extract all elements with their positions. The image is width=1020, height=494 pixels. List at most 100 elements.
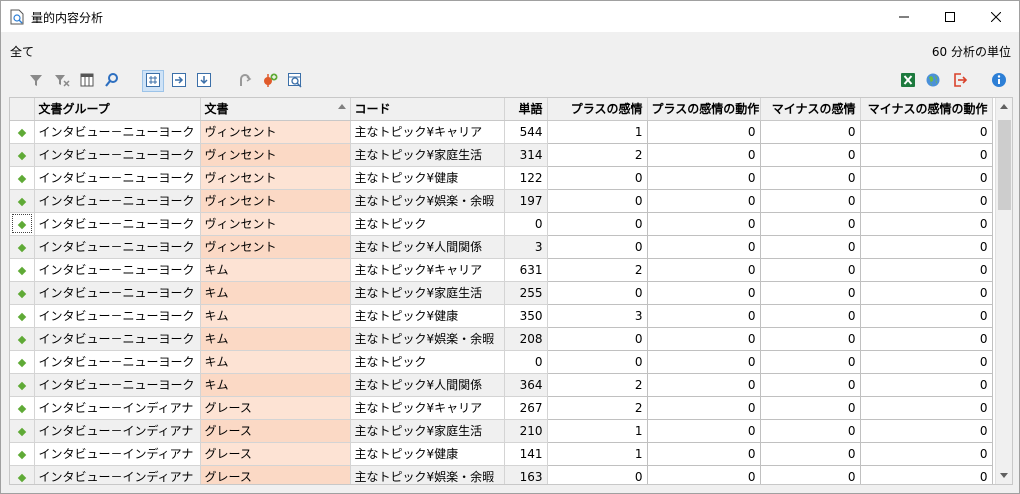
table-row[interactable]: インタビュー－ニューヨーク ヴィンセント 主なトピック¥健康 122 0 0 0 0 <box>10 165 993 190</box>
scrollbar-thumb[interactable] <box>998 120 1011 210</box>
table-cell[interactable]: 0 <box>759 303 861 328</box>
table-cell[interactable]: 0 <box>646 372 761 397</box>
table-cell[interactable]: 0 <box>546 165 648 190</box>
table-cell[interactable]: 2 <box>546 142 648 167</box>
table-cell[interactable]: 0 <box>859 441 993 466</box>
table-cell[interactable]: 1 <box>546 119 648 144</box>
table-cell[interactable]: 0 <box>759 280 861 305</box>
column-header-document-group[interactable]: 文書グループ <box>34 98 201 121</box>
table-cell[interactable]: 0 <box>646 188 761 213</box>
table-cell[interactable]: 0 <box>546 326 648 351</box>
column-header-negative[interactable]: マイナスの感情 <box>760 98 861 121</box>
column-header-positive-action[interactable]: プラスの感情の動作 <box>647 98 761 121</box>
row-marker[interactable] <box>10 373 35 397</box>
web-export-button[interactable] <box>922 70 944 92</box>
table-row[interactable]: インタビュー－ニューヨーク キム 主なトピック¥家庭生活 255 0 0 0 0 <box>10 280 993 305</box>
table-cell[interactable]: 0 <box>759 188 861 213</box>
table-cell[interactable]: 0 <box>546 349 648 374</box>
table-cell[interactable]: 0 <box>759 349 861 374</box>
table-cell[interactable]: 1 <box>546 418 648 443</box>
table-cell[interactable]: 0 <box>859 165 993 190</box>
row-marker[interactable] <box>10 143 35 167</box>
row-marker[interactable] <box>10 258 35 282</box>
column-header-code[interactable]: コード <box>350 98 505 121</box>
table-cell[interactable]: 0 <box>859 418 993 443</box>
column-header-negative-action[interactable]: マイナスの感情の動作 <box>860 98 993 121</box>
table-cell[interactable]: 2 <box>546 257 648 282</box>
table-cell[interactable]: 0 <box>646 418 761 443</box>
row-marker[interactable] <box>10 120 35 144</box>
table-cell[interactable]: 1 <box>546 441 648 466</box>
table-row[interactable]: インタビュー－ニューヨーク ヴィンセント 主なトピック¥娯楽・余暇 197 0 0 0 0 <box>10 188 993 213</box>
table-cell[interactable]: 0 <box>646 280 761 305</box>
maximize-button[interactable] <box>927 1 973 32</box>
table-cell[interactable]: 0 <box>646 326 761 351</box>
table-cell[interactable]: 0 <box>759 326 861 351</box>
row-marker[interactable] <box>10 419 35 443</box>
table-cell[interactable]: 2 <box>546 372 648 397</box>
table-cell[interactable]: 0 <box>759 441 861 466</box>
vertical-scrollbar[interactable] <box>995 98 1012 484</box>
table-row[interactable]: インタビュー－ニューヨーク ヴィンセント 主なトピック¥キャリア 544 1 0 0 0 <box>10 119 993 144</box>
column-header-positive[interactable]: プラスの感情 <box>547 98 648 121</box>
column-header-document[interactable]: 文書 <box>200 98 351 121</box>
table-cell[interactable]: 0 <box>646 349 761 374</box>
table-row[interactable]: インタビュー－ニューヨーク ヴィンセント 主なトピック 0 0 0 0 0 <box>10 211 993 236</box>
table-cell[interactable]: 0 <box>759 165 861 190</box>
table-cell[interactable]: 2 <box>546 395 648 420</box>
column-header-words[interactable]: 単語 <box>504 98 548 121</box>
table-cell[interactable]: 0 <box>759 119 861 144</box>
table-row[interactable]: インタビュー－ニューヨーク ヴィンセント 主なトピック¥人間関係 3 0 0 0 0 <box>10 234 993 259</box>
table-cell[interactable]: 0 <box>759 464 861 484</box>
table-cell[interactable]: 0 <box>546 280 648 305</box>
add-code-button[interactable] <box>259 70 281 92</box>
table-cell[interactable]: 0 <box>646 464 761 484</box>
table-cell[interactable]: 0 <box>546 188 648 213</box>
table-cell[interactable]: 0 <box>646 119 761 144</box>
table-cell[interactable]: 0 <box>759 418 861 443</box>
table-cell[interactable]: 0 <box>646 441 761 466</box>
table-cell[interactable]: 0 <box>759 142 861 167</box>
table-cell[interactable]: 0 <box>859 119 993 144</box>
row-marker[interactable] <box>10 166 35 190</box>
filter-button[interactable] <box>25 70 47 92</box>
table-row[interactable]: インタビュー－ニューヨーク キム 主なトピック¥キャリア 631 2 0 0 0 <box>10 257 993 282</box>
scroll-up-icon[interactable] <box>1000 104 1008 109</box>
table-cell[interactable]: 0 <box>859 234 993 259</box>
table-row[interactable]: インタビュー－インディアナ グレース 主なトピック¥娯楽・余暇 163 0 0 0 0 <box>10 464 993 484</box>
table-cell[interactable]: 0 <box>859 349 993 374</box>
table-cell[interactable]: 0 <box>646 303 761 328</box>
table-cell[interactable]: 0 <box>759 257 861 282</box>
row-marker[interactable] <box>10 304 35 328</box>
row-marker[interactable] <box>10 212 35 236</box>
row-marker[interactable] <box>10 327 35 351</box>
row-marker[interactable] <box>10 350 35 374</box>
row-marker[interactable] <box>10 235 35 259</box>
table-row[interactable]: インタビュー－インディアナ グレース 主なトピック¥家庭生活 210 1 0 0 0 <box>10 418 993 443</box>
table-cell[interactable]: 0 <box>859 211 993 236</box>
row-marker[interactable] <box>10 465 35 484</box>
columns-button[interactable] <box>76 70 98 92</box>
clear-filter-button[interactable] <box>51 70 73 92</box>
table-cell[interactable]: 0 <box>646 165 761 190</box>
scroll-down-icon[interactable] <box>1000 473 1008 478</box>
table-cell[interactable]: 0 <box>759 372 861 397</box>
export-down-button[interactable] <box>193 70 215 92</box>
row-marker[interactable] <box>10 442 35 466</box>
table-cell[interactable]: 0 <box>546 464 648 484</box>
table-cell[interactable]: 0 <box>646 234 761 259</box>
table-cell[interactable]: 0 <box>546 234 648 259</box>
excel-export-button[interactable] <box>897 70 919 92</box>
table-row[interactable]: インタビュー－インディアナ グレース 主なトピック¥キャリア 267 2 0 0 0 <box>10 395 993 420</box>
table-cell[interactable]: 0 <box>859 188 993 213</box>
table-cell[interactable]: 0 <box>646 257 761 282</box>
table-cell[interactable]: 0 <box>859 395 993 420</box>
export-right-button[interactable] <box>168 70 190 92</box>
minimize-button[interactable] <box>881 1 927 32</box>
table-row[interactable]: インタビュー－インディアナ グレース 主なトピック¥健康 141 1 0 0 0 <box>10 441 993 466</box>
table-cell[interactable]: 0 <box>646 211 761 236</box>
table-cell[interactable]: 0 <box>859 280 993 305</box>
table-cell[interactable]: 0 <box>646 142 761 167</box>
info-button[interactable] <box>988 70 1010 92</box>
table-row[interactable]: インタビュー－ニューヨーク ヴィンセント 主なトピック¥家庭生活 314 2 0 0 0 <box>10 142 993 167</box>
